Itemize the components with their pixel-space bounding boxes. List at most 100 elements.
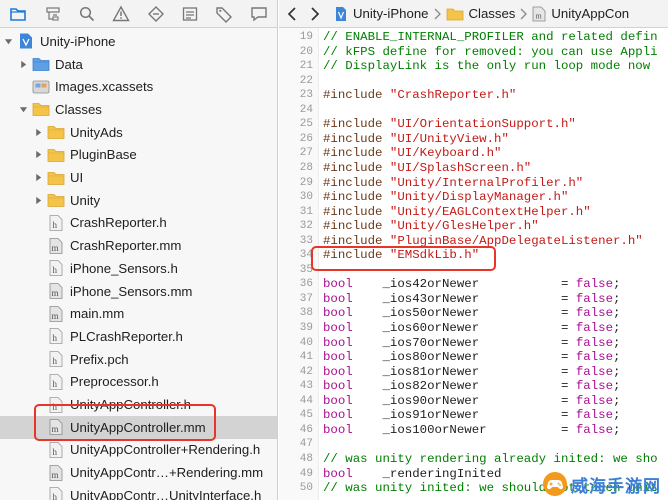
navigator-item[interactable]: h Prefix.pch [0, 348, 277, 371]
navigator-item[interactable]: m main.mm [0, 302, 277, 325]
navigator-item[interactable]: Unity [0, 189, 277, 212]
code-line[interactable]: 32 #include "Unity/GlesHelper.h" [279, 219, 668, 234]
diamond-icon[interactable] [146, 4, 166, 24]
breadcrumb-group[interactable]: Classes [446, 6, 515, 21]
code-line[interactable]: 22 [279, 74, 668, 89]
code-line[interactable]: 33 #include "PluginBase/AppDelegateListen… [279, 234, 668, 249]
code-token: bool [323, 466, 353, 481]
code-line[interactable]: 29 #include "Unity/InternalProfiler.h" [279, 176, 668, 191]
navigator-item[interactable]: m UnityAppContr…+Rendering.mm [0, 461, 277, 484]
line-number: 26 [299, 132, 313, 145]
code-line[interactable]: 38 bool _ios50orNewer = false; [279, 306, 668, 321]
list-icon[interactable] [180, 4, 200, 24]
code-token: ; [613, 364, 621, 379]
source-file-icon: m [47, 464, 65, 481]
code-line[interactable]: 42 bool _ios81orNewer = false; [279, 365, 668, 380]
navigator-item-label: Images.xcassets [55, 79, 154, 95]
code-line[interactable]: 46 bool _ios100orNewer = false; [279, 423, 668, 438]
code-line[interactable]: 34 #include "EMSdkLib.h" [279, 248, 668, 263]
code-line[interactable]: 41 bool _ios80orNewer = false; [279, 350, 668, 365]
navigator-item[interactable]: h iPhone_Sensors.h [0, 257, 277, 280]
navigator-item[interactable]: h CrashReporter.h [0, 212, 277, 235]
disclosure-closed-icon[interactable] [18, 59, 28, 69]
disclosure-open-icon[interactable] [3, 36, 13, 46]
code-text: #include "Unity/EAGLContextHelper.h" [323, 205, 591, 220]
breadcrumb-project[interactable]: Unity-iPhone [334, 6, 429, 22]
code-line[interactable]: 23 #include "CrashReporter.h" [279, 88, 668, 103]
navigator-item[interactable]: Images.xcassets [0, 75, 277, 98]
breadcrumb-file[interactable]: m UnityAppCon [532, 6, 629, 22]
navigator-item[interactable]: m UnityAppController.mm [0, 415, 277, 439]
code-line[interactable]: 45 bool _ios91orNewer = false; [279, 408, 668, 423]
navigator-item[interactable]: m CrashReporter.mm [0, 234, 277, 257]
navigator-item[interactable]: Unity-iPhone [0, 30, 277, 53]
navigator-item[interactable]: UnityAds [0, 121, 277, 144]
source-editor[interactable]: Unity-iPhone Classes m UnityAppCon 19 // … [279, 0, 668, 500]
code-line[interactable]: 28 #include "UI/SplashScreen.h" [279, 161, 668, 176]
navigator-item[interactable]: Classes [0, 98, 277, 121]
navigator-item[interactable]: h UnityAppController.h [0, 393, 277, 416]
disclosure-open-icon[interactable] [18, 104, 28, 114]
code-token: "Unity/InternalProfiler.h" [389, 175, 584, 190]
code-text: // was unity rendering already inited: w… [323, 452, 658, 467]
code-line[interactable]: 30 #include "Unity/DisplayManager.h" [279, 190, 668, 205]
hierarchy-icon[interactable] [43, 4, 63, 24]
tag-icon[interactable] [214, 4, 234, 24]
line-number: 46 [299, 423, 313, 436]
code-line[interactable]: 35 [279, 263, 668, 278]
magnifier-icon[interactable] [77, 4, 97, 24]
disclosure-closed-icon[interactable] [33, 195, 43, 205]
code-line[interactable]: 48 // was unity rendering already inited:… [279, 452, 668, 467]
svg-text:h: h [53, 356, 58, 366]
line-number: 25 [299, 118, 313, 131]
code-token: #include [323, 117, 390, 132]
navigator-item[interactable]: Data [0, 53, 277, 76]
line-number: 20 [299, 45, 313, 58]
code-token: ; [613, 277, 621, 292]
warning-icon[interactable] [111, 4, 131, 24]
svg-text:m: m [52, 311, 59, 321]
svg-text:m: m [52, 288, 59, 298]
code-line[interactable]: 47 [279, 437, 668, 452]
line-number: 31 [299, 205, 313, 218]
code-line[interactable]: 31 #include "Unity/EAGLContextHelper.h" [279, 205, 668, 220]
navigator-item[interactable]: h UnityAppContr…UnityInterface.h [0, 484, 277, 500]
svg-text:h: h [53, 333, 58, 343]
navigator-item[interactable]: h Preprocessor.h [0, 371, 277, 394]
disclosure-closed-icon[interactable] [33, 150, 43, 160]
code-token: #include [323, 233, 390, 248]
navigator-item[interactable]: h UnityAppController+Rendering.h [0, 439, 277, 462]
code-token: #include [323, 146, 390, 161]
code-line[interactable]: 19 // ENABLE_INTERNAL_PROFILER and relate… [279, 30, 668, 45]
code-line[interactable]: 40 bool _ios70orNewer = false; [279, 336, 668, 351]
navigator-item[interactable]: h PLCrashReporter.h [0, 325, 277, 348]
code-line[interactable]: 26 #include "UI/UnityView.h" [279, 132, 668, 147]
navigator-item[interactable]: PluginBase [0, 144, 277, 167]
code-line[interactable]: 43 bool _ios82orNewer = false; [279, 379, 668, 394]
code-line[interactable]: 44 bool _ios90orNewer = false; [279, 394, 668, 409]
code-line[interactable]: 39 bool _ios60orNewer = false; [279, 321, 668, 336]
code-line[interactable]: 27 #include "UI/Keyboard.h" [279, 146, 668, 161]
navigator-item-label: UnityAppContr…+Rendering.mm [70, 465, 264, 481]
code-token: false [575, 393, 614, 408]
code-line[interactable]: 37 bool _ios43orNewer = false; [279, 292, 668, 307]
code-text: #include "Unity/GlesHelper.h" [323, 219, 539, 234]
forward-arrow-icon[interactable] [310, 6, 320, 21]
line-number: 21 [299, 60, 313, 73]
speech-icon[interactable] [249, 4, 269, 24]
svg-text:h: h [53, 447, 58, 457]
code-token: ; [613, 306, 621, 321]
back-arrow-icon[interactable] [287, 6, 297, 21]
code-line[interactable]: 24 [279, 103, 668, 118]
disclosure-closed-icon[interactable] [33, 173, 43, 183]
code-line[interactable]: 36 bool _ios42orNewer = false; [279, 277, 668, 292]
folder-icon [47, 170, 65, 186]
code-line[interactable]: 20 // kFPS define for removed: you can us… [279, 45, 668, 60]
disclosure-closed-icon[interactable] [33, 127, 43, 137]
code-token: _renderingInited [352, 466, 502, 481]
code-line[interactable]: 25 #include "UI/OrientationSupport.h" [279, 117, 668, 132]
navigator-item[interactable]: m iPhone_Sensors.mm [0, 280, 277, 303]
folder-icon[interactable] [8, 4, 28, 24]
navigator-item[interactable]: UI [0, 166, 277, 189]
code-line[interactable]: 21 // DisplayLink is the only run loop mo… [279, 59, 668, 74]
